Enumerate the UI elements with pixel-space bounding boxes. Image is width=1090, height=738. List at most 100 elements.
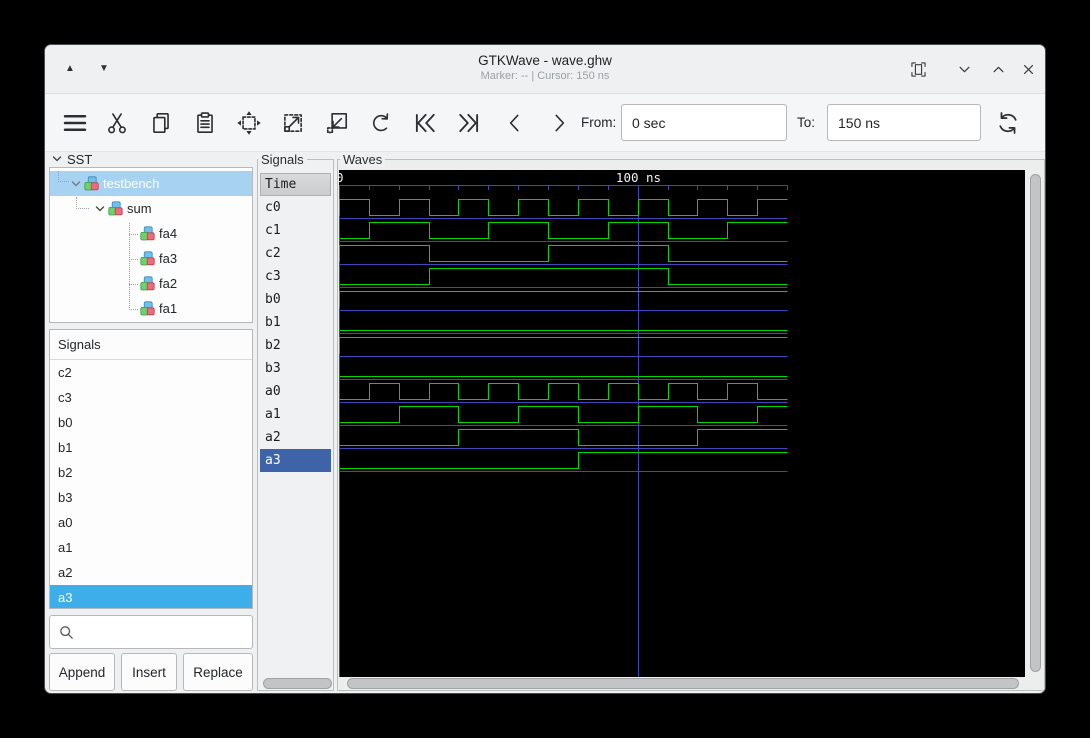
tree-node-fa1[interactable]: fa1 (50, 296, 252, 321)
minimize-icon[interactable] (953, 58, 975, 80)
toolbar: From: To: (45, 94, 1045, 152)
zoom-in-button[interactable] (279, 106, 307, 140)
tree-node-label: fa2 (159, 276, 177, 291)
signal-list-item-a2[interactable]: a2 (50, 560, 252, 585)
wave-row-label-c1[interactable]: c1 (260, 219, 331, 242)
go-first-button[interactable] (407, 106, 443, 140)
wave-row-label-a3[interactable]: a3 (260, 449, 331, 472)
zoom-out-button[interactable] (323, 106, 351, 140)
menu-icon (61, 109, 89, 137)
waveform-canvas[interactable]: 0 100 ns (339, 170, 1025, 677)
waves-vertical-scrollbar[interactable] (1030, 174, 1041, 672)
tree-node-label: sum (127, 201, 152, 216)
tree-node-fa3[interactable]: fa3 (50, 246, 252, 271)
signal-list-item-b1[interactable]: b1 (50, 435, 252, 460)
to-input[interactable] (827, 104, 981, 141)
svg-text:0: 0 (339, 170, 344, 185)
sst-tree-header[interactable]: SST (51, 151, 92, 167)
tree-node-label: fa1 (159, 301, 177, 316)
zoom-out-icon (324, 110, 350, 136)
append-button[interactable]: Append (49, 653, 115, 691)
close-icon[interactable] (1017, 58, 1039, 80)
signal-list-item-b2[interactable]: b2 (50, 460, 252, 485)
time-column-header[interactable]: Time (260, 173, 331, 196)
wave-row-label-c3[interactable]: c3 (260, 265, 331, 288)
expander-chevron-icon[interactable] (70, 178, 82, 190)
chevron-down-icon (51, 153, 63, 165)
module-cubes-icon (140, 276, 155, 291)
signal-list: c2c3b0b1b2b3a0a1a2a3 (50, 360, 252, 609)
signal-list-item-a3[interactable]: a3 (50, 585, 252, 609)
module-cubes-icon (140, 301, 155, 316)
signal-list-item-c2[interactable]: c2 (50, 360, 252, 385)
go-last-icon (454, 108, 484, 138)
go-last-button[interactable] (451, 106, 487, 140)
signals-frame-label: Signals (258, 152, 307, 167)
signal-list-item-b3[interactable]: b3 (50, 485, 252, 510)
replace-button[interactable]: Replace (183, 653, 253, 691)
signal-search[interactable] (49, 615, 253, 649)
cut-button[interactable] (103, 106, 131, 140)
main-content: SST testbenchsumfa4fa3fa2fa1 Signals c2c… (45, 151, 1045, 693)
wave-row-label-b0[interactable]: b0 (260, 288, 331, 311)
waves-horizontal-scrollbar[interactable] (347, 678, 1019, 689)
go-prev-icon (502, 110, 528, 136)
expander-chevron-icon[interactable] (94, 203, 106, 215)
tree-node-fa2[interactable]: fa2 (50, 271, 252, 296)
from-input[interactable] (621, 104, 787, 141)
zoom-in-icon (280, 110, 306, 136)
to-label: To: (797, 111, 815, 135)
tree-node-testbench[interactable]: testbench (50, 171, 252, 196)
signal-list-item-b0[interactable]: b0 (50, 410, 252, 435)
signal-list-item-a0[interactable]: a0 (50, 510, 252, 535)
tree-node-fa4[interactable]: fa4 (50, 221, 252, 246)
gtkwave-window: ▲ ▼ GTKWave - wave.ghw Marker: -- | Curs… (44, 44, 1046, 694)
go-next-icon (546, 110, 572, 136)
wave-row-label-b2[interactable]: b2 (260, 334, 331, 357)
signals-horizontal-scrollbar[interactable] (263, 678, 332, 689)
svg-text:100 ns: 100 ns (616, 170, 661, 185)
tree-node-sum[interactable]: sum (50, 196, 252, 221)
fit-window-icon[interactable] (907, 58, 929, 80)
signal-list-header: Signals (50, 330, 252, 360)
reload-button[interactable] (993, 106, 1023, 140)
reload-icon (994, 109, 1022, 137)
go-first-icon (410, 108, 440, 138)
module-cubes-icon (108, 201, 123, 216)
sst-label: SST (67, 152, 92, 167)
zoom-fit-button[interactable] (235, 106, 263, 140)
window-title: GTKWave - wave.ghw (45, 53, 1045, 68)
go-next-button[interactable] (545, 106, 573, 140)
paste-button[interactable] (191, 106, 219, 140)
wave-row-label-a2[interactable]: a2 (260, 426, 331, 449)
wave-row-label-c0[interactable]: c0 (260, 196, 331, 219)
marker-cursor-status: Marker: -- | Cursor: 150 ns (45, 70, 1045, 82)
zoom-fit-icon (236, 110, 262, 136)
titlebar-text: GTKWave - wave.ghw Marker: -- | Cursor: … (45, 45, 1045, 82)
maximize-icon[interactable] (987, 58, 1009, 80)
undo-icon (368, 110, 394, 136)
wave-row-label-a1[interactable]: a1 (260, 403, 331, 426)
copy-button[interactable] (147, 106, 175, 140)
menu-button[interactable] (57, 106, 93, 140)
signal-list-item-c3[interactable]: c3 (50, 385, 252, 410)
signal-list-item-a1[interactable]: a1 (50, 535, 252, 560)
wave-row-label-b1[interactable]: b1 (260, 311, 331, 334)
sst-tree: testbench sum fa4 fa3 fa2 fa1 (49, 167, 253, 323)
wave-row-label-c2[interactable]: c2 (260, 242, 331, 265)
wave-row-label-b3[interactable]: b3 (260, 357, 331, 380)
wave-row-label-a0[interactable]: a0 (260, 380, 331, 403)
desktop-background: ▲ ▼ GTKWave - wave.ghw Marker: -- | Curs… (0, 0, 1090, 738)
tree-node-label: fa3 (159, 251, 177, 266)
module-cubes-icon (140, 226, 155, 241)
search-input[interactable] (75, 625, 263, 640)
search-icon (58, 624, 75, 641)
wave-signal-names: c0c1c2c3b0b1b2b3a0a1a2a3 (260, 196, 331, 472)
module-cubes-icon (84, 176, 99, 191)
undo-button[interactable] (367, 106, 395, 140)
titlebar[interactable]: ▲ ▼ GTKWave - wave.ghw Marker: -- | Curs… (45, 45, 1045, 94)
copy-icon (148, 110, 174, 136)
tree-node-label: testbench (103, 176, 159, 191)
insert-button[interactable]: Insert (121, 653, 177, 691)
go-prev-button[interactable] (501, 106, 529, 140)
